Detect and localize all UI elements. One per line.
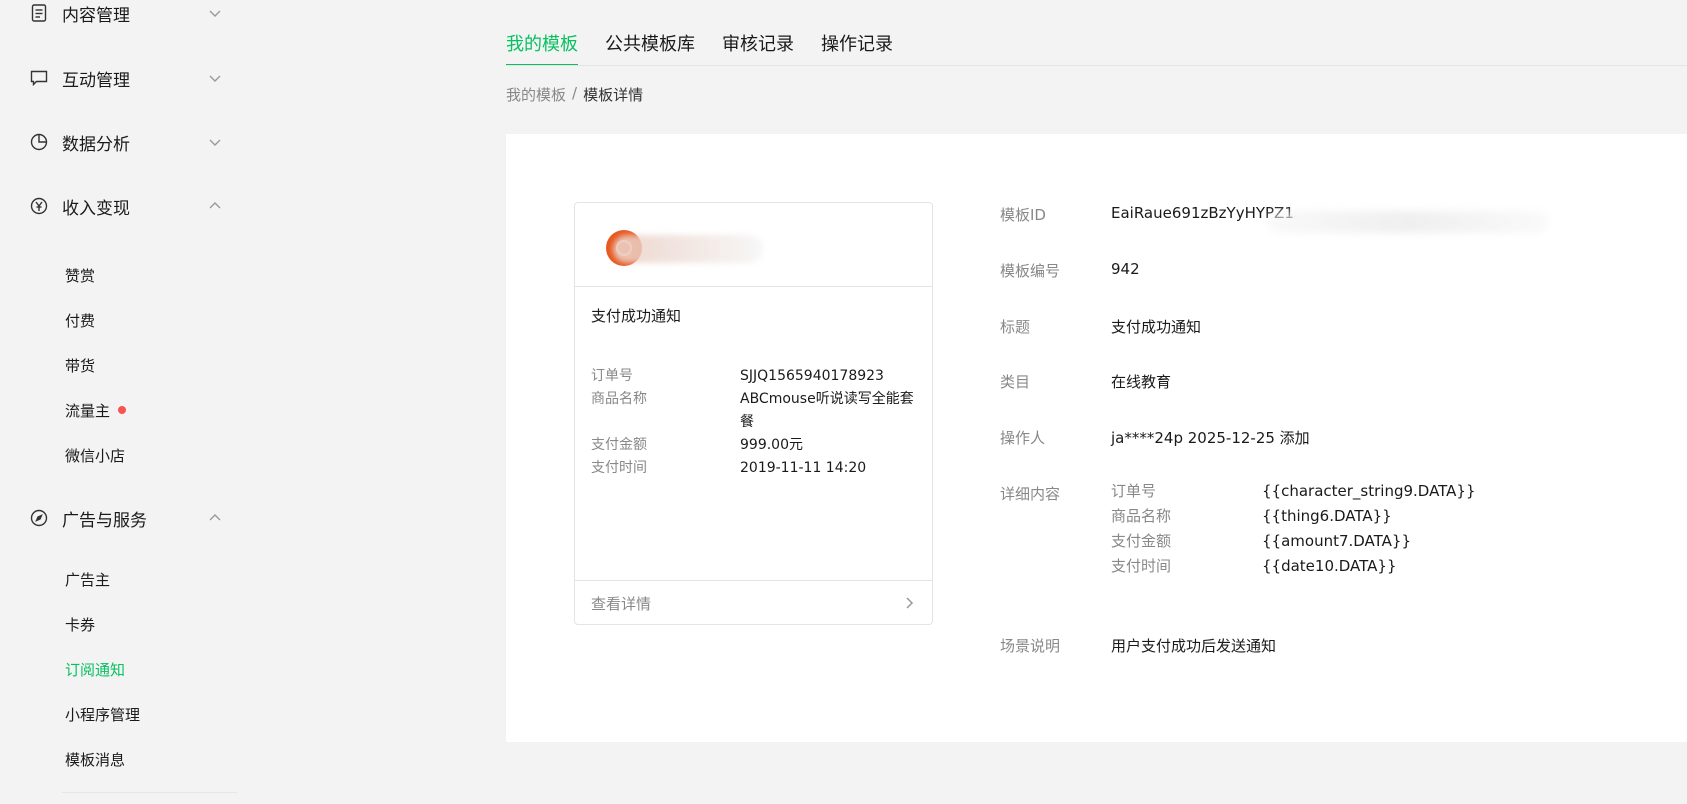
sidebar-item-paid[interactable]: 付费 <box>65 308 95 332</box>
card-field-key: 支付时间 <box>591 460 647 476</box>
sidebar-item-advertiser[interactable]: 广告主 <box>65 567 110 591</box>
sidebar-item-shop[interactable]: 微信小店 <box>65 443 125 467</box>
tab-review-records[interactable]: 审核记录 <box>722 30 794 66</box>
detail-row-template-id: 模板ID EaiRaue691zBzYyHYPZ1 <box>1000 204 1294 225</box>
content-field-row: 订单号 {{character_string9.DATA}} <box>1111 479 1476 504</box>
chevron-up-icon <box>208 511 222 525</box>
card-field-row: 支付时间 2019-11-11 14:20 <box>591 457 921 480</box>
redacted-template-id <box>1268 211 1548 233</box>
chevron-up-icon <box>208 199 222 213</box>
message-preview-card: 支付成功通知 订单号 SJJQ1565940178923 商品名称 ABCmou… <box>574 202 933 625</box>
detail-value: 在线教育 <box>1111 373 1172 391</box>
document-icon <box>30 4 48 22</box>
content-field-row: 商品名称 {{thing6.DATA}} <box>1111 504 1476 529</box>
tab-my-templates[interactable]: 我的模板 <box>506 30 578 66</box>
detail-key: 模板编号 <box>1000 262 1061 280</box>
nav-group-interaction[interactable]: 互动管理 <box>30 63 222 93</box>
sidebar: 内容管理 互动管理 数据分析 收入变现 赞赏 付费 带货 流量主 微信小店 广告… <box>0 0 240 804</box>
nav-group-ads-services[interactable]: 广告与服务 <box>30 503 222 533</box>
content-field-table: 订单号 {{character_string9.DATA}} 商品名称 {{th… <box>1111 479 1476 579</box>
chevron-down-icon <box>208 135 222 149</box>
pie-chart-icon <box>30 133 48 151</box>
detail-row-category: 类目 在线教育 <box>1000 371 1171 392</box>
breadcrumb-current: 模板详情 <box>583 86 644 104</box>
detail-row-template-no: 模板编号 942 <box>1000 260 1140 281</box>
nav-group-label: 内容管理 <box>62 5 130 26</box>
nav-group-label: 广告与服务 <box>62 510 147 531</box>
chat-bubble-icon <box>30 69 48 87</box>
notification-dot <box>118 406 127 414</box>
chevron-down-icon <box>208 71 222 85</box>
content-field-key: 订单号 <box>1111 482 1157 500</box>
detail-value: 用户支付成功后发送通知 <box>1111 637 1277 655</box>
content-field-value: {{character_string9.DATA}} <box>1262 482 1476 500</box>
sidebar-item-subscription[interactable]: 订阅通知 <box>65 657 125 681</box>
nav-group-label: 数据分析 <box>62 134 130 155</box>
chevron-down-icon <box>208 6 222 20</box>
nav-group-analytics[interactable]: 数据分析 <box>30 127 222 157</box>
sidebar-item-miniprogram[interactable]: 小程序管理 <box>65 702 140 726</box>
card-field-row: 订单号 SJJQ1565940178923 <box>591 365 921 388</box>
sidebar-item-reward[interactable]: 赞赏 <box>65 263 95 287</box>
card-field-row: 商品名称 ABCmouse听说读写全能套餐 <box>591 388 921 434</box>
sidebar-item-template-msg[interactable]: 模板消息 <box>65 747 125 771</box>
detail-key: 标题 <box>1000 318 1031 336</box>
detail-key: 详细内容 <box>1000 485 1061 503</box>
content-field-value: {{date10.DATA}} <box>1262 557 1397 575</box>
card-field-value: ABCmouse听说读写全能套餐 <box>740 391 914 430</box>
content-field-row: 支付金额 {{amount7.DATA}} <box>1111 529 1476 554</box>
card-field-value: 999.00元 <box>740 437 803 453</box>
tab-divider <box>506 65 1687 66</box>
card-fields: 订单号 SJJQ1565940178923 商品名称 ABCmouse听说读写全… <box>591 365 921 480</box>
tab-operation-records[interactable]: 操作记录 <box>821 30 893 66</box>
detail-key: 操作人 <box>1000 429 1046 447</box>
content-field-key: 支付金额 <box>1111 532 1172 550</box>
sidebar-divider <box>62 792 237 793</box>
card-field-key: 商品名称 <box>591 391 647 407</box>
redacted-account-name <box>613 235 763 263</box>
detail-key: 场景说明 <box>1000 637 1061 655</box>
content-field-value: {{amount7.DATA}} <box>1262 532 1412 550</box>
tab-bar: 我的模板 公共模板库 审核记录 操作记录 <box>506 30 920 66</box>
detail-value: 942 <box>1111 260 1140 278</box>
detail-row-content: 详细内容 订单号 {{character_string9.DATA}} 商品名称… <box>1000 482 1476 579</box>
detail-row-scene: 场景说明 用户支付成功后发送通知 <box>1000 635 1276 656</box>
detail-row-operator: 操作人 ja****24p 2025-12-25 添加 <box>1000 427 1310 448</box>
detail-value: ja****24p 2025-12-25 添加 <box>1111 429 1310 447</box>
card-title: 支付成功通知 <box>591 307 682 325</box>
sidebar-item-coupons[interactable]: 卡券 <box>65 612 95 636</box>
card-field-value: 2019-11-11 14:20 <box>740 460 867 476</box>
compass-icon <box>30 509 48 527</box>
nav-group-monetization[interactable]: 收入变现 <box>30 191 222 221</box>
card-field-key: 支付金额 <box>591 437 647 453</box>
detail-value: 支付成功通知 <box>1111 318 1202 336</box>
card-field-value: SJJQ1565940178923 <box>740 368 884 384</box>
nav-group-label: 互动管理 <box>62 70 130 91</box>
content-field-key: 商品名称 <box>1111 507 1172 525</box>
sidebar-item-goods[interactable]: 带货 <box>65 353 95 377</box>
sidebar-item-label: 流量主 <box>65 401 111 420</box>
nav-group-content[interactable]: 内容管理 <box>30 0 222 28</box>
card-field-row: 支付金额 999.00元 <box>591 434 921 457</box>
content-field-key: 支付时间 <box>1111 557 1172 575</box>
view-details-label: 查看详情 <box>591 594 652 613</box>
template-detail-panel: 支付成功通知 订单号 SJJQ1565940178923 商品名称 ABCmou… <box>506 134 1687 742</box>
detail-row-title: 标题 支付成功通知 <box>1000 316 1201 337</box>
breadcrumb-separator: / <box>572 84 578 102</box>
breadcrumb: 我的模板 / 模板详情 <box>506 84 643 105</box>
yen-coin-icon <box>30 197 48 215</box>
detail-key: 类目 <box>1000 373 1031 391</box>
chevron-right-icon <box>902 596 916 610</box>
detail-value: EaiRaue691zBzYyHYPZ1 <box>1111 204 1294 222</box>
view-details-link[interactable]: 查看详情 <box>575 580 932 625</box>
nav-group-label: 收入变现 <box>62 198 130 219</box>
breadcrumb-parent[interactable]: 我的模板 <box>506 84 566 105</box>
card-field-key: 订单号 <box>591 368 633 384</box>
sidebar-item-traffic[interactable]: 流量主 <box>65 398 127 422</box>
card-header <box>575 203 932 287</box>
content-field-row: 支付时间 {{date10.DATA}} <box>1111 554 1476 579</box>
detail-key: 模板ID <box>1000 206 1046 224</box>
tab-public-library[interactable]: 公共模板库 <box>605 30 695 66</box>
content-field-value: {{thing6.DATA}} <box>1262 507 1392 525</box>
